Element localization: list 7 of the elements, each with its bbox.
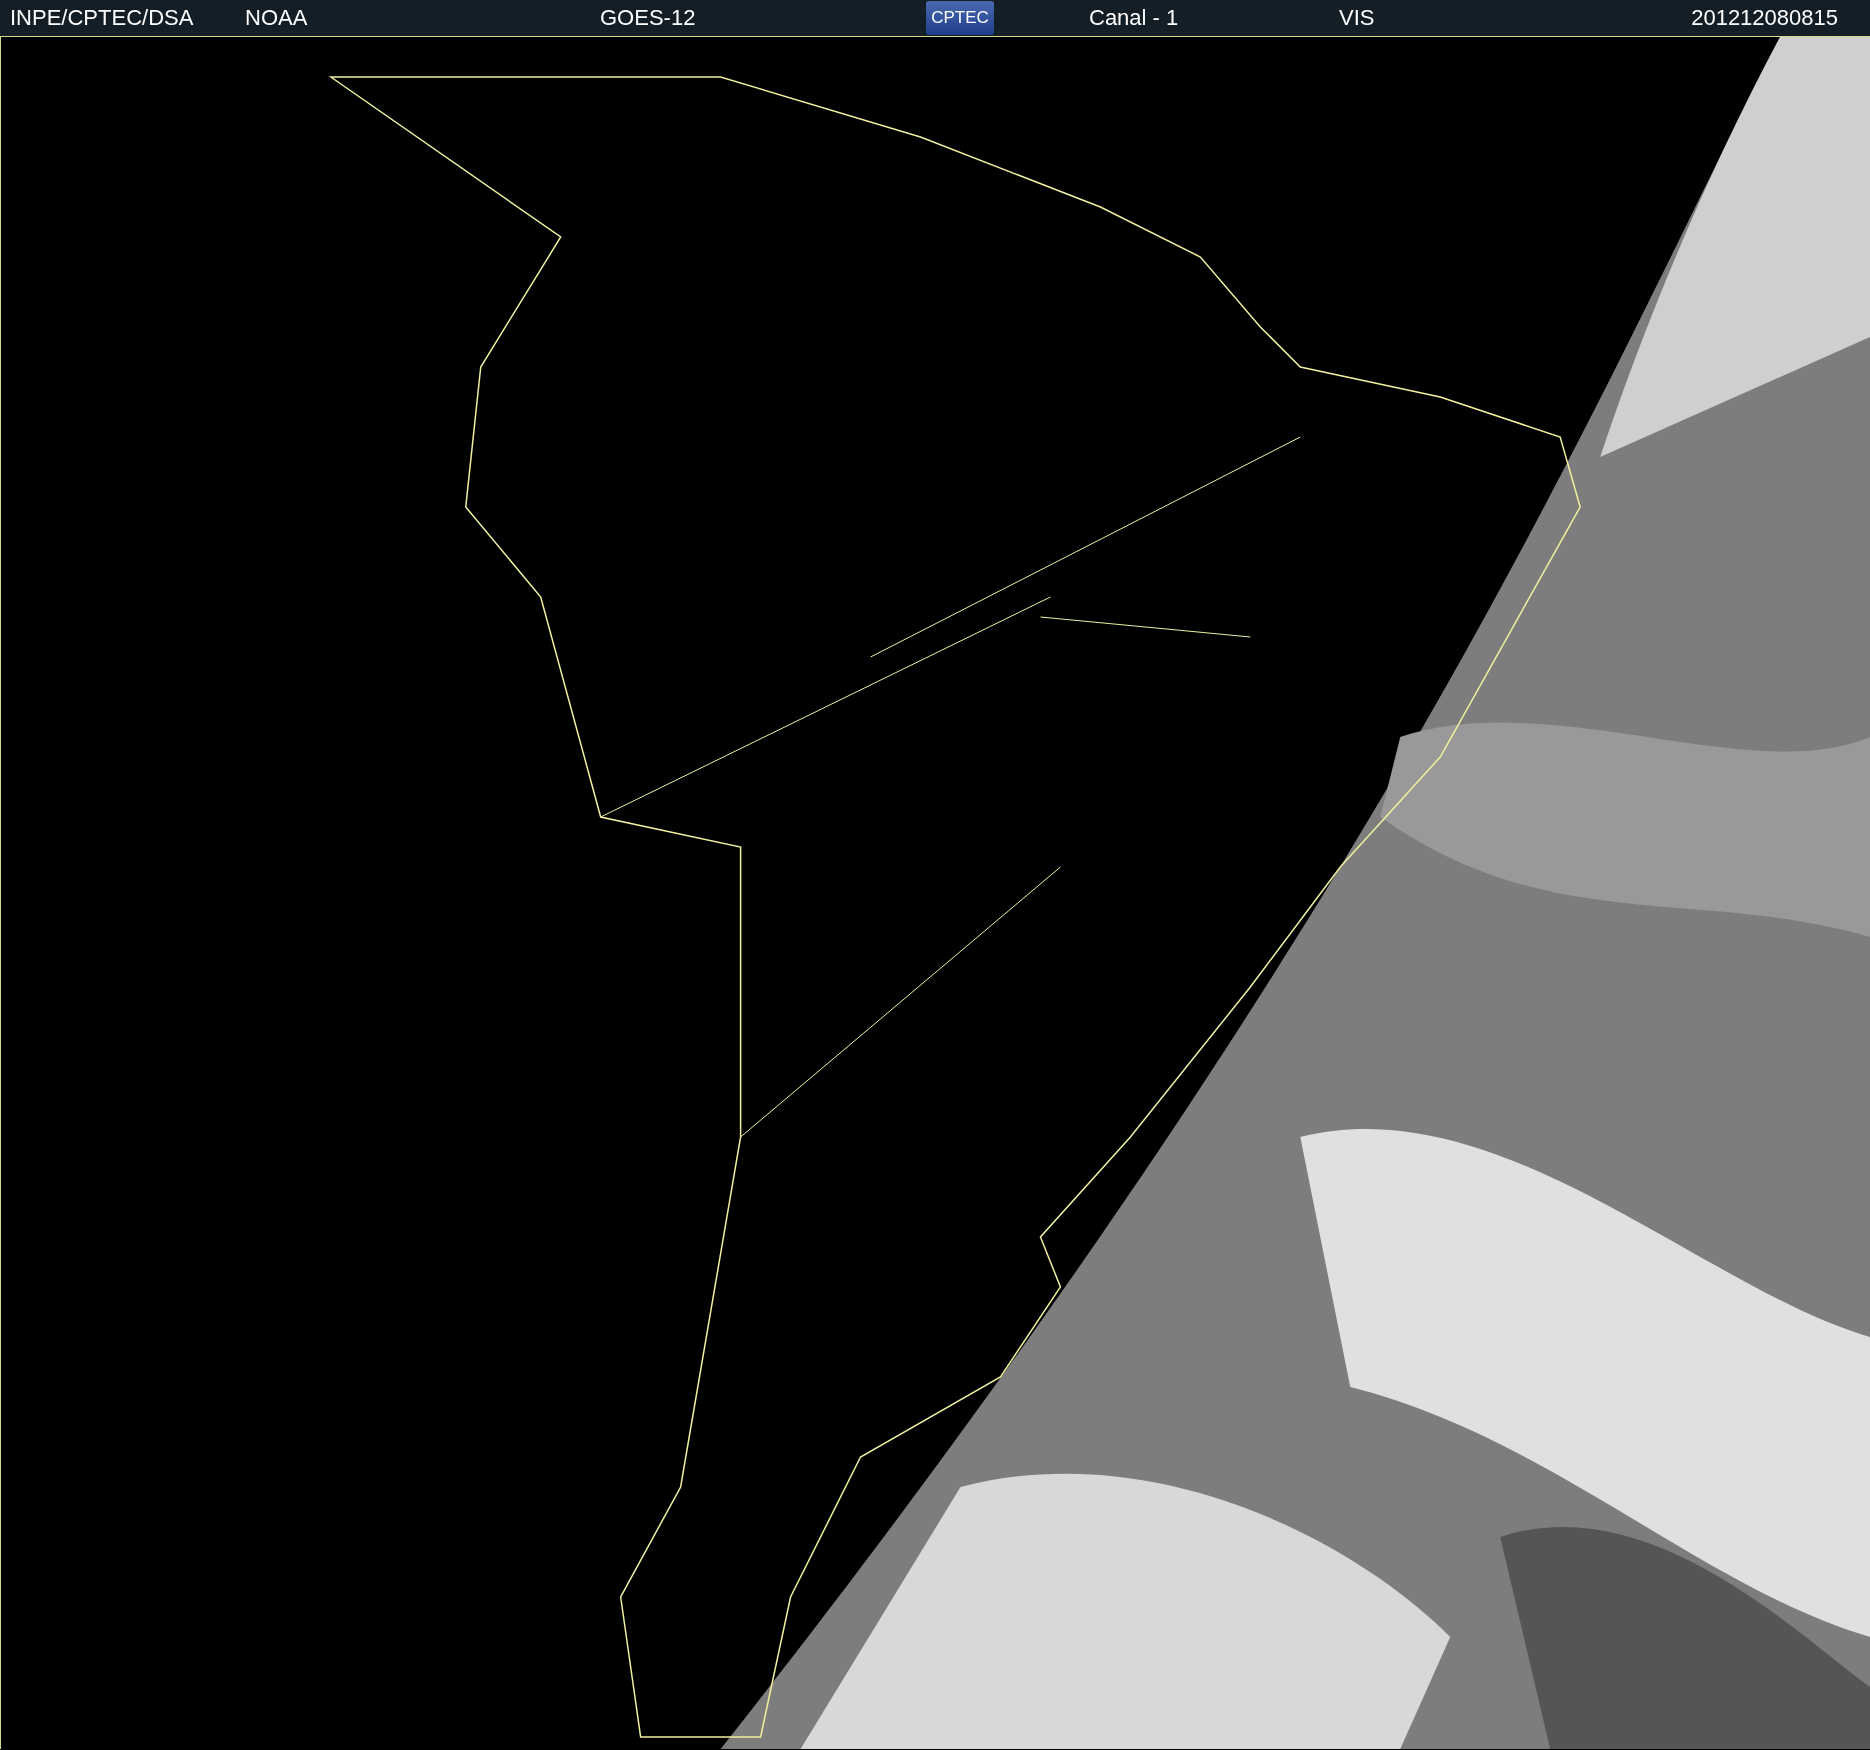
satellite-label: GOES-12 [600, 5, 697, 31]
logo: CPTEC [926, 1, 994, 35]
band-label: VIS [1339, 5, 1376, 31]
source-label: INPE/CPTEC/DSA [10, 5, 195, 31]
agency-label: NOAA [245, 5, 309, 31]
channel-label: Canal - 1 [1089, 5, 1180, 31]
timestamp: 201212080815 [1691, 5, 1838, 31]
